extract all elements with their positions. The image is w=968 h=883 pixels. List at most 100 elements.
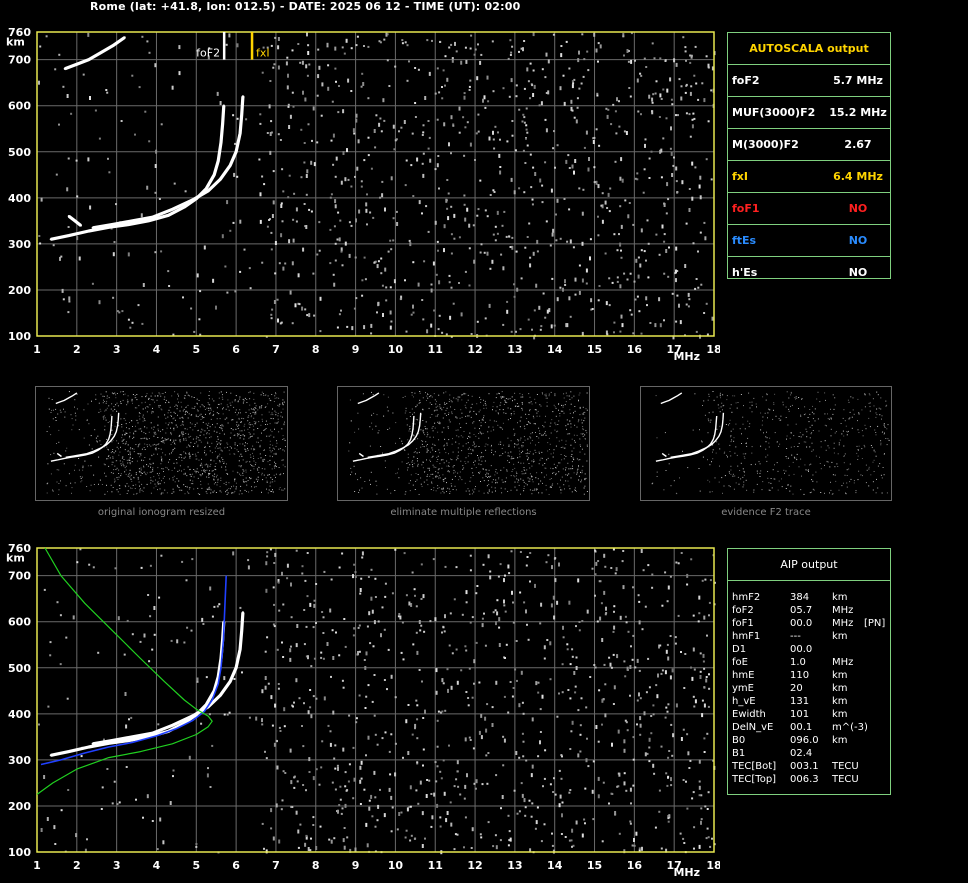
noise-dot [491,706,494,709]
trace-point [234,150,238,153]
noise-dot [523,40,526,42]
thumb-noise [704,414,706,416]
thumb-noise [530,422,531,424]
thumb-noise [521,394,523,396]
thumb-noise [188,413,190,415]
thumb-noise [278,467,280,468]
thumb-noise [870,474,872,476]
noise-dot [438,187,440,190]
noise-dot [558,803,561,808]
thumb-noise [142,416,144,418]
noise-dot [627,214,630,219]
thumb-noise [205,454,207,456]
thumb-noise [495,469,497,470]
thumb-noise [118,476,120,478]
thumb-noise [558,471,560,473]
noise-dot [553,777,555,780]
noise-dot [488,303,491,308]
thumb-noise [550,478,552,479]
thumb-noise [561,489,563,491]
noise-dot [264,650,267,653]
thumb-noise [766,437,768,439]
thumb-noise [350,420,352,422]
thumb-noise [562,406,564,408]
thumb-noise [424,471,425,473]
thumb-noise [844,474,846,476]
thumb-noise [568,473,570,475]
noise-dot [466,121,469,124]
thumb-noise [104,464,106,466]
noise-dot [669,635,672,637]
thumb-noise [569,398,571,400]
thumb-noise [259,406,261,408]
thumb-noise [161,492,163,494]
thumb-noise [518,447,520,449]
thumb-noise [258,472,260,473]
thumb-trace [357,392,380,405]
thumb-noise [748,426,750,428]
noise-dot [450,233,453,236]
thumb-noise [106,397,108,399]
thumb-noise [582,433,584,435]
noise-dot [499,138,501,141]
thumb-noise [94,429,96,431]
noise-dot [281,641,283,644]
thumb-noise [510,440,512,442]
thumb-noise [743,484,745,486]
thumb-noise [138,428,140,430]
thumb-noise [575,490,577,492]
thumb-noise [380,446,382,447]
thumb-noise [46,492,48,494]
noise-dot [588,157,590,161]
thumb-noise [547,457,549,459]
thumb-noise [480,456,482,457]
thumb-noise [192,483,194,485]
thumb-noise [179,454,181,455]
noise-dot [306,32,308,37]
thumb-noise [802,434,804,436]
thumb-noise [234,447,236,449]
noise-dot [417,802,420,805]
thumb-noise [405,407,407,409]
thumb-noise [178,395,179,397]
thumb-noise [108,405,110,407]
thumb-noise [242,472,244,474]
thumb-noise [189,445,191,447]
thumb-noise [435,471,437,473]
thumb-noise [404,395,406,397]
noise-dot [76,195,79,198]
noise-dot [463,92,466,95]
noise-dot [116,310,119,313]
thumb-noise [235,482,237,484]
thumb-noise [517,481,519,483]
noise-dot [75,159,78,162]
noise-dot [694,699,697,704]
noise-dot [638,310,641,313]
thumb-noise [584,417,586,419]
thumb-noise [406,463,408,464]
thumb-noise [432,473,434,475]
thumb-noise [432,456,434,457]
noise-dot [318,221,321,224]
thumb-noise [881,415,883,417]
thumb-noise [272,447,274,449]
thumb-noise [507,407,509,409]
noise-dot [531,764,534,769]
thumb-noise [196,409,198,411]
noise-dot [361,551,364,556]
thumb-noise [409,416,411,417]
thumb-noise [550,453,552,455]
noise-dot [586,609,589,614]
thumb-noise [564,455,565,456]
noise-dot [299,61,302,64]
thumb-noise [358,428,360,430]
thumb-noise [194,442,196,444]
thumb-noise [444,402,445,404]
thumb-noise [221,424,223,426]
thumb-noise [104,472,105,474]
thumb-noise [788,457,789,459]
thumb-noise [767,471,769,472]
noise-dot [523,191,526,194]
noise-dot [624,199,627,202]
thumb-noise [712,449,714,451]
